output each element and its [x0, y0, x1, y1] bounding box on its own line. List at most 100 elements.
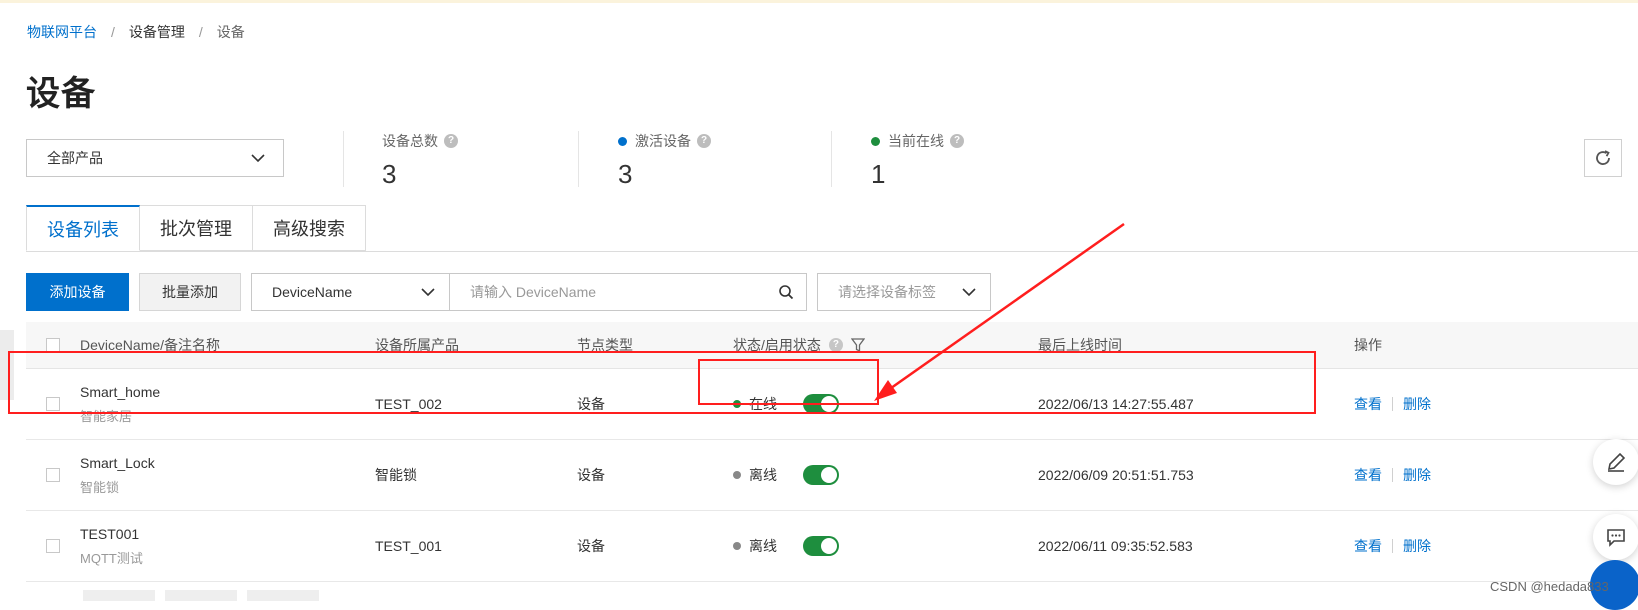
device-tag-select[interactable]: 请选择设备标签: [817, 273, 991, 311]
view-link[interactable]: 查看: [1354, 536, 1382, 556]
device-name: Smart_Lock: [80, 454, 155, 471]
row-checkbox[interactable]: [46, 397, 60, 411]
table-row: TEST001 MQTT测试 TEST_001 设备 离线 2022/06/11…: [26, 511, 1638, 582]
search-field-value: DeviceName: [272, 284, 353, 300]
device-product: TEST_001: [375, 538, 442, 554]
refresh-button[interactable]: [1584, 139, 1622, 177]
status-dot: [733, 471, 741, 479]
action-separator: [1392, 468, 1393, 482]
table-row: Smart_Lock 智能锁 智能锁 设备 离线 2022/06/09 20:5…: [26, 440, 1638, 511]
column-header-status: 状态/启用状态 ?: [733, 322, 865, 368]
stat-label: 当前在线: [888, 133, 944, 149]
edit-icon: [1607, 452, 1626, 472]
help-icon[interactable]: ?: [950, 134, 964, 148]
chevron-down-icon: [421, 284, 435, 300]
column-header-product: 设备所属产品: [375, 337, 459, 353]
toggle-knob: [821, 538, 837, 554]
chevron-down-icon: [962, 284, 976, 300]
delete-link[interactable]: 删除: [1403, 465, 1431, 485]
column-header-actions: 操作: [1354, 337, 1382, 353]
product-select[interactable]: 全部产品: [26, 139, 284, 177]
view-link[interactable]: 查看: [1354, 465, 1382, 485]
node-type: 设备: [577, 467, 605, 483]
table-row: Smart_home 智能家居 TEST_002 设备 在线 2022/06/1…: [26, 369, 1638, 440]
product-select-value: 全部产品: [47, 150, 103, 166]
pagination-button[interactable]: [83, 590, 155, 601]
stat-label: 设备总数: [382, 133, 438, 149]
edit-float-button[interactable]: [1593, 439, 1638, 485]
device-status: 离线: [749, 538, 777, 554]
search-button[interactable]: [766, 274, 806, 310]
enable-toggle[interactable]: [803, 536, 839, 556]
batch-add-button[interactable]: 批量添加: [139, 273, 241, 311]
stat-total-devices: 设备总数? 3: [382, 131, 458, 190]
watermark: CSDN @hedada833: [1490, 579, 1609, 594]
column-header-status-label: 状态/启用状态: [733, 337, 821, 353]
page-title: 设备: [26, 75, 96, 113]
toggle-knob: [821, 467, 837, 483]
device-remark: MQTT测试: [80, 550, 143, 566]
column-header-device-name: DeviceName/备注名称: [80, 337, 221, 353]
stat-label: 激活设备: [635, 133, 691, 149]
search-group: DeviceName: [251, 273, 807, 311]
select-all-checkbox[interactable]: [46, 338, 60, 352]
view-link[interactable]: 查看: [1354, 394, 1382, 414]
status-dot: [871, 136, 880, 146]
delete-link[interactable]: 删除: [1403, 536, 1431, 556]
device-product: TEST_002: [375, 396, 442, 412]
action-separator: [1392, 539, 1393, 553]
delete-link[interactable]: 删除: [1403, 394, 1431, 414]
stat-divider: [343, 131, 344, 187]
tab-device-list[interactable]: 设备列表: [26, 205, 140, 251]
node-type: 设备: [577, 396, 605, 412]
node-type: 设备: [577, 538, 605, 554]
device-status: 在线: [749, 396, 777, 412]
status-dot: [618, 136, 627, 146]
search-field-select[interactable]: DeviceName: [252, 274, 450, 310]
row-checkbox[interactable]: [46, 539, 60, 553]
chevron-down-icon: [251, 150, 265, 166]
status-dot: [733, 400, 741, 408]
device-name: Smart_home: [80, 383, 161, 400]
breadcrumb: 物联网平台 / 设备管理 / 设备: [27, 22, 245, 42]
stat-online-devices: 当前在线? 1: [871, 131, 964, 190]
enable-toggle[interactable]: [803, 394, 839, 414]
search-input[interactable]: [450, 274, 766, 310]
last-online-time: 2022/06/11 09:35:52.583: [1038, 538, 1193, 554]
pagination-button[interactable]: [247, 590, 319, 601]
last-online-time: 2022/06/09 20:51:51.753: [1038, 467, 1194, 483]
filter-icon[interactable]: [850, 337, 865, 353]
enable-toggle[interactable]: [803, 465, 839, 485]
last-online-time: 2022/06/13 14:27:55.487: [1038, 396, 1194, 412]
row-checkbox[interactable]: [46, 468, 60, 482]
status-dot: [733, 542, 741, 550]
breadcrumb-device-management[interactable]: 设备管理: [129, 22, 185, 42]
device-name: TEST001: [80, 525, 140, 542]
breadcrumb-current: 设备: [216, 24, 245, 40]
help-icon[interactable]: ?: [828, 338, 843, 352]
tab-batch-management[interactable]: 批次管理: [140, 205, 253, 251]
column-header-node-type: 节点类型: [577, 337, 633, 353]
action-separator: [1392, 397, 1393, 411]
search-icon: [779, 285, 794, 300]
top-banner-line: [0, 0, 1638, 3]
side-decoration: [0, 330, 14, 400]
device-remark: 智能家居: [80, 408, 133, 424]
device-product: 智能锁: [375, 467, 417, 483]
stat-value: 3: [382, 159, 397, 189]
stat-value: 3: [618, 159, 633, 189]
toggle-knob: [821, 396, 837, 412]
pagination-button[interactable]: [165, 590, 237, 601]
comment-float-button[interactable]: [1593, 514, 1638, 560]
stat-value: 1: [871, 159, 886, 189]
stat-divider: [831, 131, 832, 187]
add-device-button[interactable]: 添加设备: [26, 273, 129, 311]
table-header: DeviceName/备注名称 设备所属产品 节点类型 状态/启用状态 ? 最后…: [26, 322, 1638, 369]
breadcrumb-iot-platform[interactable]: 物联网平台: [27, 22, 97, 42]
device-table: DeviceName/备注名称 设备所属产品 节点类型 状态/启用状态 ? 最后…: [26, 322, 1638, 582]
help-icon[interactable]: ?: [697, 134, 711, 148]
tab-advanced-search[interactable]: 高级搜索: [253, 205, 366, 251]
device-tag-placeholder: 请选择设备标签: [838, 284, 936, 300]
help-icon[interactable]: ?: [444, 134, 458, 148]
tab-bar: 设备列表 批次管理 高级搜索: [26, 205, 366, 251]
